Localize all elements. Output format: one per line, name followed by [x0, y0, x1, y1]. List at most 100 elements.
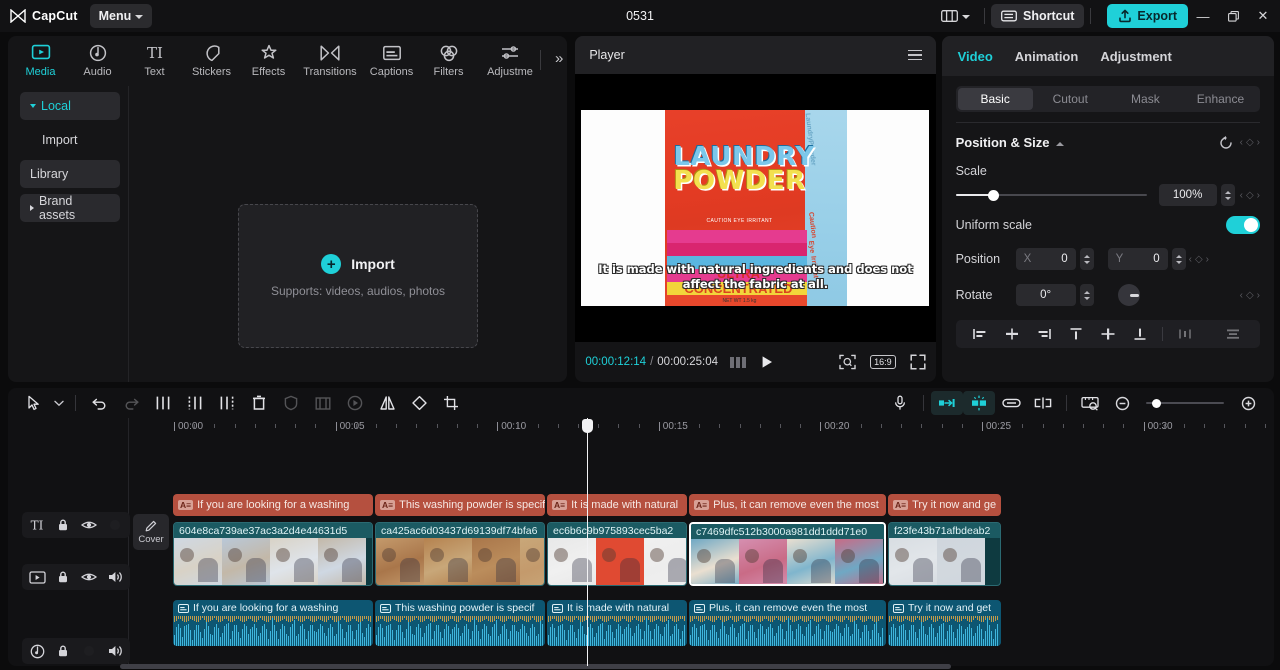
shortcut-button[interactable]: Shortcut: [991, 4, 1085, 28]
select-tool-icon[interactable]: [18, 391, 50, 415]
keyframe-add-button[interactable]: ◇: [1246, 137, 1254, 148]
lock-icon[interactable]: [50, 564, 76, 590]
volume-icon[interactable]: [102, 638, 128, 664]
video-clip[interactable]: ca425ac6d03437d69139df74bfa6: [375, 522, 545, 586]
distribute-horizontal-icon[interactable]: [1169, 321, 1201, 347]
lock-icon[interactable]: [50, 512, 76, 538]
keyframe-prev-button[interactable]: ‹: [1240, 190, 1243, 201]
export-button[interactable]: Export: [1107, 4, 1188, 28]
delete-icon[interactable]: [243, 391, 275, 415]
link-icon[interactable]: [995, 391, 1027, 415]
video-clip[interactable]: c7469dfc512b3000a981dd1ddd71e0: [689, 522, 886, 586]
keyframe-add-button[interactable]: ◇: [1195, 254, 1203, 265]
tab-captions[interactable]: Captions: [363, 43, 420, 78]
play-icon[interactable]: [760, 355, 774, 369]
distribute-vertical-icon[interactable]: [1217, 321, 1249, 347]
timeline-scrollbar[interactable]: [120, 664, 1274, 669]
tabs-overflow-button[interactable]: »: [555, 50, 563, 67]
tab-animation[interactable]: Animation: [1015, 49, 1079, 64]
sidebar-item-brand-assets[interactable]: Brand assets: [20, 194, 120, 222]
align-center-vertical-icon[interactable]: [1092, 321, 1124, 347]
menu-button[interactable]: Menu: [89, 4, 153, 28]
volume-icon[interactable]: [102, 564, 128, 590]
rotate-stepper[interactable]: [1079, 284, 1094, 306]
keyframe-prev-button[interactable]: ‹: [1240, 290, 1243, 301]
keyframe-add-button[interactable]: ◇: [1246, 290, 1254, 301]
auto-fill-icon[interactable]: [931, 391, 963, 415]
rotate-icon[interactable]: [403, 391, 435, 415]
segment-cutout[interactable]: Cutout: [1033, 88, 1108, 110]
audio-clip[interactable]: It is made with natural: [547, 600, 687, 646]
collapse-chevron-icon[interactable]: [1055, 141, 1064, 146]
crop-icon[interactable]: [435, 391, 467, 415]
text-clip[interactable]: A≡ Plus, it can remove even the most: [689, 494, 886, 516]
timeline-zoom-slider[interactable]: [1146, 395, 1224, 411]
zoom-out-icon[interactable]: [1106, 391, 1138, 415]
align-top-icon[interactable]: [1060, 321, 1092, 347]
align-left-icon[interactable]: [964, 321, 996, 347]
minimize-button[interactable]: —: [1188, 0, 1218, 32]
text-clip[interactable]: A≡ This washing powder is specif: [375, 494, 545, 516]
undo-icon[interactable]: [83, 391, 115, 415]
eye-icon[interactable]: [76, 512, 102, 538]
keyframe-add-button[interactable]: ◇: [1246, 190, 1254, 201]
tab-adjustment[interactable]: Adjustme: [477, 43, 543, 78]
video-clip[interactable]: f23fe43b71afbdeab2: [888, 522, 1001, 586]
close-button[interactable]: ✕: [1248, 0, 1278, 32]
fit-screen-icon[interactable]: [839, 354, 856, 370]
keyframe-next-button[interactable]: ›: [1206, 254, 1209, 265]
align-bottom-icon[interactable]: [1124, 321, 1156, 347]
scale-slider[interactable]: [955, 187, 1147, 203]
zoom-in-icon[interactable]: [1232, 391, 1264, 415]
crop-frame-icon[interactable]: [307, 391, 339, 415]
lock-icon[interactable]: [50, 638, 76, 664]
layout-switch-button[interactable]: [933, 4, 978, 28]
tab-text[interactable]: TI Text: [126, 43, 183, 78]
trim-right-icon[interactable]: [211, 391, 243, 415]
fullscreen-icon[interactable]: [910, 354, 926, 370]
video-preview[interactable]: Laundry Powder Caution Eye Irritant LAUN…: [581, 110, 930, 306]
eye-icon[interactable]: [76, 564, 102, 590]
slider-knob[interactable]: [1152, 398, 1161, 408]
split-icon[interactable]: [147, 391, 179, 415]
slider-knob[interactable]: [988, 189, 1000, 201]
freeze-icon[interactable]: [339, 391, 371, 415]
audio-clip[interactable]: This washing powder is specif: [375, 600, 545, 646]
audio-clip[interactable]: If you are looking for a washing: [173, 600, 373, 646]
segment-enhance[interactable]: Enhance: [1183, 88, 1258, 110]
maximize-button[interactable]: [1218, 0, 1248, 32]
keyframe-next-button[interactable]: ›: [1257, 190, 1260, 201]
audio-clip[interactable]: Plus, it can remove even the most: [689, 600, 886, 646]
video-clip[interactable]: 604e8ca739ae37ac3a2d4e44631d5: [173, 522, 373, 586]
trim-left-icon[interactable]: [179, 391, 211, 415]
segment-basic[interactable]: Basic: [957, 88, 1033, 110]
preview-ruler-icon[interactable]: [1074, 391, 1106, 415]
keyframe-next-button[interactable]: ›: [1257, 290, 1260, 301]
sidebar-item-library[interactable]: Library: [20, 160, 120, 188]
align-center-horizontal-icon[interactable]: [996, 321, 1028, 347]
microphone-icon[interactable]: [884, 391, 916, 415]
mask-icon[interactable]: [275, 391, 307, 415]
redo-icon[interactable]: [115, 391, 147, 415]
position-x-input[interactable]: X 0: [1015, 248, 1076, 270]
timeline-tracks[interactable]: 00:00 00:05 00:10 00:15 00:20 00:25 00:30 Cove…: [129, 418, 1274, 666]
keyframe-prev-button[interactable]: ‹: [1189, 254, 1192, 265]
tab-audio[interactable]: Audio: [69, 43, 126, 78]
tab-filters[interactable]: Filters: [420, 43, 477, 78]
position-y-stepper[interactable]: [1171, 248, 1186, 270]
position-x-stepper[interactable]: [1079, 248, 1094, 270]
sidebar-item-import[interactable]: Import: [20, 126, 120, 154]
scale-stepper[interactable]: [1220, 184, 1235, 206]
rotate-value-input[interactable]: 0°: [1015, 284, 1076, 306]
uniform-scale-toggle[interactable]: [1226, 216, 1260, 234]
segment-mask[interactable]: Mask: [1108, 88, 1183, 110]
text-clip[interactable]: A≡ Try it now and ge: [888, 494, 1001, 516]
current-time[interactable]: 00:00:12:14: [585, 356, 646, 368]
tab-adjustment[interactable]: Adjustment: [1100, 49, 1172, 64]
aspect-ratio-button[interactable]: 16:9: [870, 355, 896, 369]
hamburger-icon[interactable]: [907, 49, 922, 61]
keyframe-prev-button[interactable]: ‹: [1240, 137, 1243, 148]
keyframe-next-button[interactable]: ›: [1257, 137, 1260, 148]
tab-video[interactable]: Video: [958, 49, 993, 64]
adsorb-icon[interactable]: [1027, 391, 1059, 415]
